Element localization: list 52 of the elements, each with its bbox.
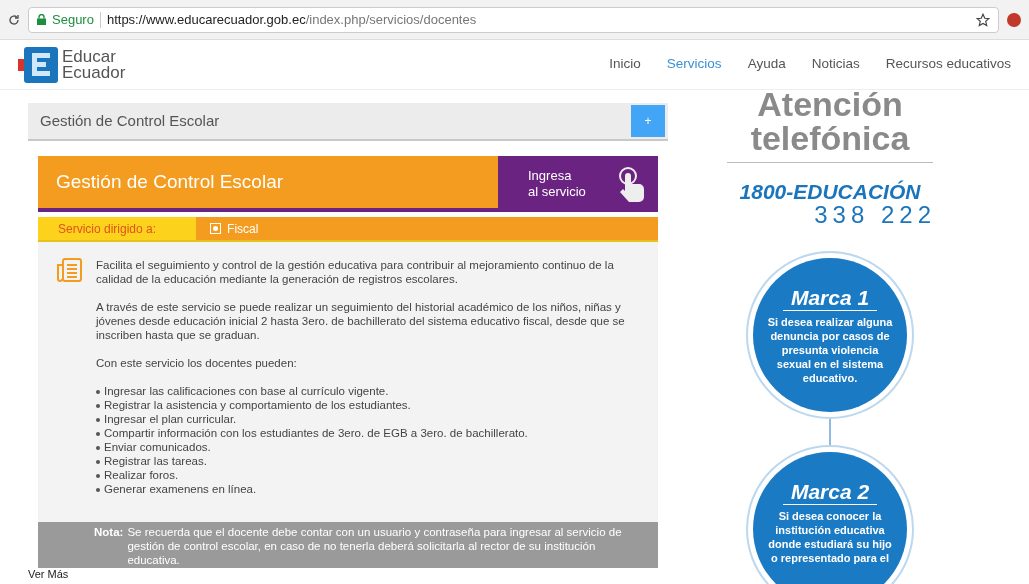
extension-icon[interactable] (1007, 12, 1021, 27)
feature-item: Ingresar el plan curricular. (104, 412, 237, 426)
feature-item: Enviar comunicados. (104, 440, 211, 454)
reload-icon[interactable] (8, 13, 20, 26)
heading-text: telefónica (750, 120, 910, 156)
heading-text: Atención (757, 88, 903, 120)
see-more-link[interactable]: Ver Más (28, 568, 668, 580)
bullet-icon (96, 432, 100, 436)
mark-title: Marca 2 (782, 480, 878, 505)
logo-icon (18, 46, 58, 83)
bullet-icon (96, 404, 100, 408)
document-icon (56, 258, 82, 282)
banner-title: Gestión de Control Escolar (56, 169, 284, 194)
description-text: Con este servicio los docentes pueden: (96, 356, 298, 370)
lock-icon (37, 14, 46, 25)
note-text: Se recuerda que el docente debe contar con un usuario y contraseña para ingresar al servicio de gestión de control escolar, en caso de no tenerla deberá solicitarla al rector de su institución educativa. (127, 525, 623, 568)
bullet-icon (96, 390, 100, 394)
description-text: Facilita el seguimiento y control de la gestión educativa para contribuir al mejoramiento continuo de la calidad de la educación mediante la generación de registros escolares. (96, 258, 615, 286)
mark-text: Si desea realizar alguna denuncia por casos de presunta violencia sexual en el sistema educativo. (766, 315, 894, 385)
nav-link[interactable]: Servicios (666, 54, 722, 75)
feature-item: Registrar la asistencia y comportamiento de los estudiantes. (104, 398, 411, 412)
radio-button[interactable] (210, 223, 222, 234)
phone-number: 338 222 (814, 203, 936, 227)
option-label: Fiscal (227, 220, 259, 238)
description-text: A través de este servicio se puede realizar un seguimiento del historial académico de los niños, niñas y jóvenes desde educación inicial 2 hasta 3ero. de bachillerato del sistema educativo fiscal, desde que se inscriben hasta que se graduan. (96, 300, 626, 342)
logo-text: Educar (62, 48, 117, 65)
star-icon[interactable] (976, 12, 990, 27)
nav-link[interactable]: Recursos educativos (885, 54, 1011, 75)
mark-text: Si desea conocer la institución educativa donde estudiará su hijo o representado para el (767, 509, 893, 565)
feature-item: Realizar foros. (104, 468, 179, 482)
nav-link[interactable]: Noticias (811, 54, 860, 75)
url-field[interactable]: Seguro https://www.educarecuador.gob.ec/index.php/servicios/docentes (28, 6, 999, 33)
nav-link[interactable]: Ayuda (747, 54, 786, 75)
url-text: https://www.educarecuador.gob.ec/index.php/servicios/docentes (106, 10, 477, 29)
security-label: Seguro (52, 10, 94, 29)
note-label: Nota: (94, 525, 124, 540)
service-entry-button[interactable]: Ingresa al servicio (498, 156, 658, 212)
bullet-icon (96, 474, 100, 478)
bullet-icon (96, 488, 100, 492)
feature-item: Ingresar las calificaciones con base al currículo vigente. (104, 384, 389, 398)
feature-item: Generar examenens en línea. (104, 482, 257, 496)
phone-name: 1800-EDUCACIÓN (739, 181, 921, 203)
audience-label: Servicio dirigido a: (38, 217, 197, 240)
bullet-icon (96, 418, 100, 422)
feature-item: Compartir información con los estudiantes de 3ero. de EGB a 3ero. de bachillerato. (104, 426, 528, 440)
mark-title: Marca 1 (782, 286, 878, 311)
feature-item: Registrar las tareas. (104, 454, 207, 468)
bullet-icon (96, 460, 100, 464)
panel-title: Gestión de Control Escolar (40, 110, 221, 131)
logo-text: Ecuador (62, 64, 126, 81)
nav-link[interactable]: Inicio (609, 54, 641, 75)
bullet-icon (96, 446, 100, 450)
